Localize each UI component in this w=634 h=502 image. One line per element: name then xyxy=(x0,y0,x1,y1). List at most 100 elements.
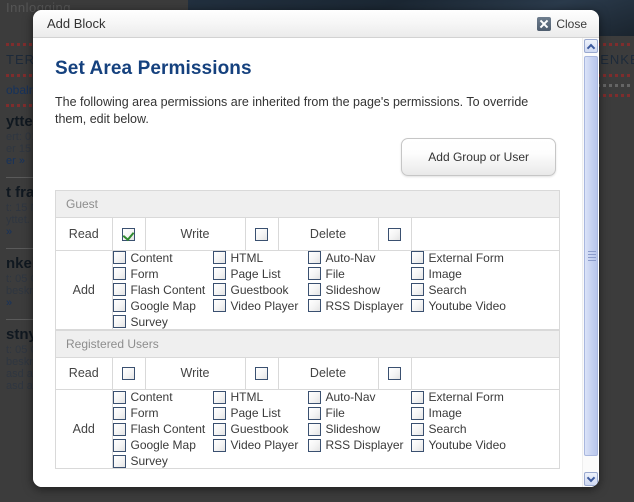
block-type-option[interactable]: Slideshow xyxy=(307,422,411,436)
delete-checkbox[interactable] xyxy=(388,227,401,241)
block-type-label: Youtube Video xyxy=(428,298,506,313)
block-type-option[interactable]: Page List xyxy=(212,267,308,281)
block-type-label: Image xyxy=(428,266,462,281)
block-type-checkbox[interactable] xyxy=(212,283,226,296)
block-type-checkbox[interactable] xyxy=(307,251,321,264)
delete-checkbox[interactable] xyxy=(388,367,401,381)
block-type-label: RSS Displayer xyxy=(325,298,404,313)
block-type-option[interactable]: Youtube Video xyxy=(410,438,521,452)
block-type-option[interactable]: Google Map xyxy=(112,299,213,313)
block-type-option[interactable]: Video Player xyxy=(212,298,308,313)
block-type-option[interactable]: Youtube Video xyxy=(410,298,521,313)
block-type-option[interactable]: Guestbook xyxy=(212,282,308,297)
block-type-checkbox[interactable] xyxy=(212,299,226,312)
block-type-checkbox[interactable] xyxy=(307,283,321,296)
block-type-checkbox[interactable] xyxy=(112,267,126,280)
block-type-option[interactable]: Form xyxy=(112,267,213,281)
block-type-label: Guestbook xyxy=(230,282,289,297)
read-checkbox[interactable] xyxy=(122,367,135,381)
block-type-checkbox[interactable] xyxy=(307,390,321,404)
permission-table: Read Write Delete Add Content HTML Auto-Nav Ext… xyxy=(56,218,559,330)
block-type-option[interactable]: File xyxy=(307,267,411,281)
block-type-checkbox[interactable] xyxy=(112,390,126,404)
read-checkbox[interactable] xyxy=(122,227,135,241)
read-checkbox-cell xyxy=(112,357,146,390)
block-type-option[interactable]: Search xyxy=(410,422,521,436)
block-type-checkbox[interactable] xyxy=(410,251,424,264)
block-type-option[interactable]: Auto-Nav xyxy=(307,390,411,404)
block-type-option[interactable]: Search xyxy=(410,283,521,297)
block-type-checkbox[interactable] xyxy=(410,390,424,404)
block-type-checkbox[interactable] xyxy=(112,251,126,264)
dialog-title: Add Block xyxy=(47,16,106,31)
row-filler xyxy=(411,357,559,390)
block-type-checkbox[interactable] xyxy=(410,422,424,436)
block-type-option[interactable]: External Form xyxy=(410,250,521,265)
block-type-option[interactable]: File xyxy=(307,406,411,420)
block-type-checkbox[interactable] xyxy=(112,315,126,328)
block-type-option[interactable]: Slideshow xyxy=(307,283,411,297)
block-type-option[interactable]: Page List xyxy=(212,406,308,420)
block-type-option[interactable]: Auto-Nav xyxy=(307,251,411,265)
write-checkbox[interactable] xyxy=(255,227,268,241)
block-type-checkbox[interactable] xyxy=(212,390,226,404)
block-type-option[interactable]: Content xyxy=(112,250,213,265)
dialog-scrollbar[interactable] xyxy=(582,38,598,487)
block-type-checkbox[interactable] xyxy=(307,438,321,452)
block-type-option[interactable]: Guestbook xyxy=(212,422,308,436)
block-type-label: Content xyxy=(130,250,173,265)
block-type-option[interactable]: HTML xyxy=(212,251,308,265)
block-type-label: Slideshow xyxy=(325,422,381,436)
scrollbar-thumb[interactable] xyxy=(584,56,598,456)
block-type-option[interactable]: Flash Content xyxy=(112,283,213,297)
block-type-checkbox[interactable] xyxy=(212,267,226,280)
block-type-checkbox[interactable] xyxy=(112,422,126,436)
block-type-option[interactable]: RSS Displayer xyxy=(307,438,411,452)
scroll-down-arrow-icon[interactable] xyxy=(584,472,598,486)
write-label: Write xyxy=(145,218,246,251)
block-type-option[interactable]: HTML xyxy=(212,390,308,404)
block-type-checkbox[interactable] xyxy=(410,299,424,312)
block-type-checkbox[interactable] xyxy=(212,422,226,436)
block-type-label: Video Player xyxy=(230,298,299,313)
block-type-label: RSS Displayer xyxy=(325,438,404,452)
block-type-checkbox-grid: Content HTML Auto-Nav External Form Form Page… xyxy=(112,389,559,469)
block-type-option[interactable]: RSS Displayer xyxy=(307,298,411,313)
block-type-option[interactable]: Google Map xyxy=(112,438,213,452)
block-type-option[interactable]: Content xyxy=(112,390,213,404)
block-type-checkbox[interactable] xyxy=(212,438,226,452)
scroll-up-arrow-icon[interactable] xyxy=(584,39,598,53)
block-type-option[interactable]: Survey xyxy=(112,315,213,329)
close-button[interactable]: Close xyxy=(537,10,587,37)
block-type-checkbox[interactable] xyxy=(112,406,126,420)
block-type-checkbox[interactable] xyxy=(410,406,424,420)
block-type-option[interactable]: Video Player xyxy=(212,438,308,452)
block-type-option[interactable]: Form xyxy=(112,406,213,420)
block-type-checkbox[interactable] xyxy=(410,267,424,280)
button-row: Add Group or User xyxy=(55,138,560,176)
block-type-label: External Form xyxy=(428,250,504,265)
block-type-option[interactable]: Survey xyxy=(112,454,213,468)
read-checkbox-cell xyxy=(112,218,146,251)
block-type-checkbox[interactable] xyxy=(307,267,321,280)
block-type-label: Survey xyxy=(130,454,168,468)
block-type-checkbox[interactable] xyxy=(307,422,321,436)
block-type-checkbox[interactable] xyxy=(112,438,126,452)
block-type-checkbox[interactable] xyxy=(307,299,321,312)
block-type-checkbox[interactable] xyxy=(307,406,321,420)
block-type-checkbox[interactable] xyxy=(410,438,424,452)
write-checkbox[interactable] xyxy=(255,367,268,381)
block-type-option[interactable]: External Form xyxy=(410,390,521,404)
block-type-checkbox[interactable] xyxy=(112,299,126,312)
block-type-checkbox[interactable] xyxy=(410,283,424,296)
permission-group: Registered Users Read Write Delete Add Conten… xyxy=(55,329,560,469)
scrollbar-grip-icon xyxy=(588,251,596,261)
add-group-or-user-button[interactable]: Add Group or User xyxy=(401,138,556,176)
block-type-checkbox[interactable] xyxy=(212,406,226,420)
block-type-option[interactable]: Image xyxy=(410,266,521,281)
block-type-option[interactable]: Flash Content xyxy=(112,422,213,436)
block-type-checkbox[interactable] xyxy=(112,283,126,296)
block-type-option[interactable]: Image xyxy=(410,406,521,420)
block-type-checkbox[interactable] xyxy=(112,454,126,468)
block-type-checkbox[interactable] xyxy=(212,251,226,264)
